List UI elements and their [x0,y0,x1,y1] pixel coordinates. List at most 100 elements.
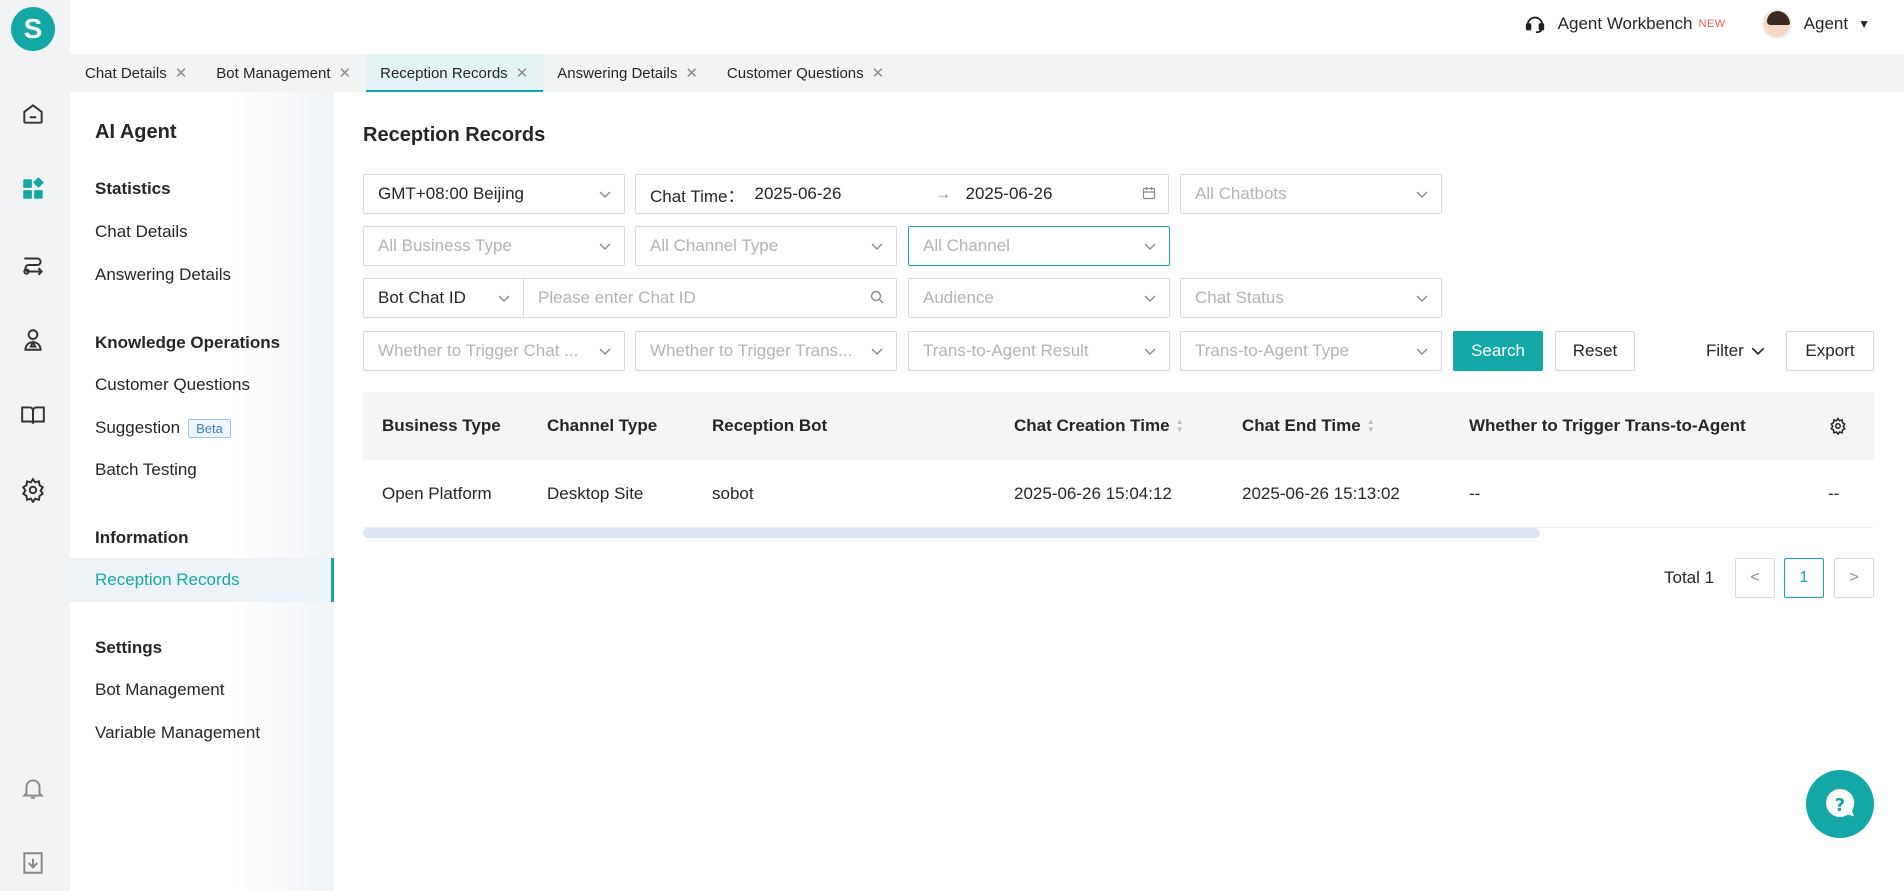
caret-down-icon: ▼ [1858,17,1870,31]
close-icon[interactable]: ✕ [872,64,885,82]
chevron-down-icon [497,291,510,303]
column-settings-icon[interactable] [1829,392,1847,460]
tab-chat-details[interactable]: Chat Details ✕ [85,54,202,92]
sidebar-item-batch-testing[interactable]: Batch Testing [95,460,197,480]
export-button[interactable]: Export [1786,331,1874,371]
tab-answering-details[interactable]: Answering Details ✕ [557,54,713,92]
cell-extra: -- [1828,483,1840,503]
reset-button[interactable]: Reset [1555,331,1635,371]
sidebar-group-statistics: Statistics [95,179,171,198]
beta-badge: Beta [188,419,231,439]
chevron-down-icon [1143,344,1156,356]
table-row[interactable]: Open Platform Desktop Site sobot 2025-06… [363,460,1874,528]
cell-chat-end-time: 2025-06-26 15:13:02 [1242,483,1400,503]
close-icon[interactable]: ✕ [339,64,352,82]
next-page-button[interactable]: > [1834,558,1874,598]
close-icon[interactable]: ✕ [175,64,188,82]
agent-workbench-link[interactable]: Agent Workbench NEW [1524,13,1726,35]
chevron-down-icon [1415,291,1428,303]
bell-icon[interactable] [20,775,46,801]
sort-icon[interactable]: ▲ ▼ [1367,418,1375,434]
sidebar-item-variable-management[interactable]: Variable Management [95,723,260,743]
table-header: Business Type Channel Type Reception Bot… [363,392,1874,460]
date-start[interactable]: 2025-06-26 [754,184,934,204]
col-channel-type: Channel Type [547,416,658,435]
chatbots-select[interactable]: All Chatbots [1180,174,1442,214]
avatar[interactable] [1761,9,1792,39]
cell-trigger-trans-to-agent: -- [1469,483,1481,503]
agent-icon[interactable] [20,327,46,353]
chevron-down-icon [598,344,611,356]
help-button[interactable]: ? [1806,770,1874,838]
cell-business-type: Open Platform [382,483,492,503]
search-button[interactable]: Search [1453,331,1543,371]
timezone-select[interactable]: GMT+08:00 Beijing [363,174,625,214]
col-chat-creation-time[interactable]: Chat Creation Time ▲ ▼ [1014,392,1183,460]
filter-toggle[interactable]: Filter [1706,341,1766,361]
chevron-down-icon [1143,291,1156,303]
prev-page-button[interactable]: < [1735,558,1775,598]
home-icon[interactable] [20,101,46,127]
id-type-select[interactable]: Bot Chat ID [363,278,524,318]
app-logo[interactable]: S [11,7,55,51]
business-type-select[interactable]: All Business Type [363,226,625,266]
chevron-down-icon [1143,239,1156,251]
settings-icon[interactable] [20,477,46,503]
trigger-chat-select[interactable]: Whether to Trigger Chat ... [363,331,625,371]
sidebar-item-customer-questions[interactable]: Customer Questions [95,375,250,395]
trigger-trans-select[interactable]: Whether to Trigger Trans... [635,331,897,371]
tab-customer-questions[interactable]: Customer Questions ✕ [727,54,899,92]
audience-select[interactable]: Audience [908,278,1170,318]
headset-icon [1524,13,1546,35]
sidebar-item-answering-details[interactable]: Answering Details [95,265,231,285]
cell-channel-type: Desktop Site [547,483,644,503]
chevron-down-icon [870,344,883,356]
sidebar-item-reception-records[interactable]: Reception Records [70,558,334,602]
chevron-down-icon [1750,343,1766,359]
trans-type-select[interactable]: Trans-to-Agent Type [1180,331,1442,371]
sidebar-item-bot-management[interactable]: Bot Management [95,680,224,700]
tab-bar: Chat Details ✕ Bot Management ✕ Reception … [70,54,1904,92]
col-trigger-trans-to-agent: Whether to Trigger Trans-to-Agent [1469,416,1746,435]
chevron-down-icon [1415,187,1428,199]
channel-type-select[interactable]: All Channel Type [635,226,897,266]
page-button[interactable]: 1 [1784,558,1824,598]
trans-result-select[interactable]: Trans-to-Agent Result [908,331,1170,371]
book-icon[interactable] [20,402,46,428]
chevron-down-icon [598,239,611,251]
dashboard-icon[interactable] [20,176,46,202]
svg-text:?: ? [1835,795,1845,816]
chat-id-input[interactable]: Please enter Chat ID [523,278,897,318]
date-end[interactable]: 2025-06-26 [965,184,1052,204]
chevron-down-icon [598,187,611,199]
secondary-sidebar: AI Agent Statistics Chat Details Answeri… [70,92,334,891]
sidebar-group-information: Information [95,528,189,547]
calendar-icon [1142,186,1156,200]
close-icon[interactable]: ✕ [685,64,698,82]
tab-reception-records[interactable]: Reception Records ✕ [366,54,544,92]
sidebar-item-suggestion[interactable]: Suggestion Beta [95,418,231,439]
user-menu[interactable]: Agent ▼ [1804,14,1870,34]
page-title: Reception Records [363,124,546,146]
sidebar-group-knowledge-operations: Knowledge Operations [95,333,281,352]
col-business-type: Business Type [382,416,501,435]
chevron-down-icon [1415,344,1428,356]
main-content: Reception Records GMT+08:00 Beijing Chat… [334,92,1904,891]
icon-rail: S [0,0,70,891]
horizontal-scrollbar[interactable] [363,528,1540,538]
cell-reception-bot: sobot [712,483,754,503]
download-icon[interactable] [20,850,46,876]
channel-select[interactable]: All Channel [908,226,1170,266]
sort-icon[interactable]: ▲ ▼ [1176,418,1184,434]
sidebar-item-chat-details[interactable]: Chat Details [95,222,188,242]
sidebar-title: AI Agent [95,121,177,143]
chat-time-range[interactable]: Chat Time： 2025-06-26 → 2025-06-26 [635,174,1169,214]
new-badge: NEW [1698,18,1726,30]
tab-bot-management[interactable]: Bot Management ✕ [216,54,366,92]
chat-status-select[interactable]: Chat Status [1180,278,1442,318]
col-reception-bot: Reception Bot [712,416,828,435]
close-icon[interactable]: ✕ [516,64,529,82]
col-chat-end-time[interactable]: Chat End Time ▲ ▼ [1242,392,1375,460]
sidebar-group-settings: Settings [95,638,163,657]
flow-icon[interactable] [20,252,46,278]
